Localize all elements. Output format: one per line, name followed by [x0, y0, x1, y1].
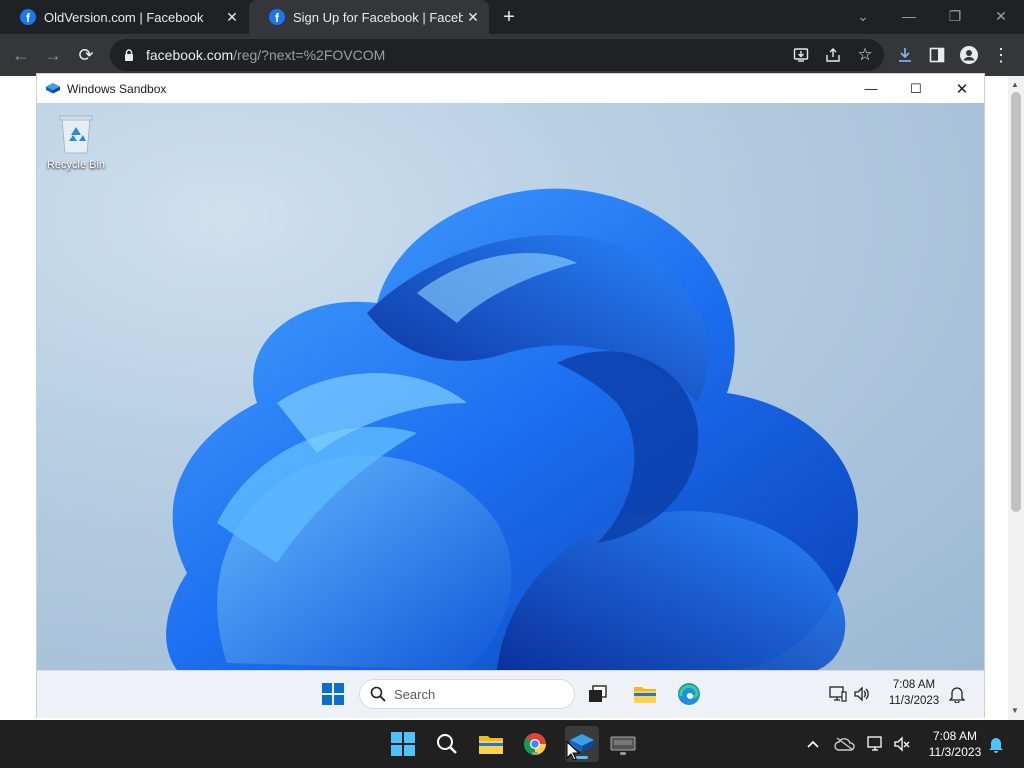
lock-icon[interactable]	[120, 48, 138, 62]
windows-start-icon[interactable]	[389, 730, 417, 758]
side-panel-icon[interactable]	[926, 44, 948, 66]
mouse-cursor-icon	[566, 740, 581, 766]
notification-bell-icon[interactable]	[982, 730, 1010, 758]
windows-start-icon[interactable]	[320, 681, 346, 707]
sandbox-titlebar[interactable]: Windows Sandbox — ☐ ✕	[37, 74, 984, 103]
chrome-icon[interactable]	[521, 730, 549, 758]
clock-date: 11/3/2023	[888, 695, 940, 707]
scroll-down-icon[interactable]: ▼	[1011, 706, 1019, 715]
host-taskbar: 7:08 AM 11/3/2023	[0, 720, 1024, 768]
clock-date: 11/3/2023	[928, 745, 982, 759]
reload-icon[interactable]: ⟳	[73, 42, 99, 68]
share-icon[interactable]	[824, 46, 842, 64]
scrollbar-thumb[interactable]	[1011, 92, 1021, 512]
close-window-icon[interactable]: ✕	[978, 2, 1024, 30]
recycle-bin-icon	[59, 115, 93, 154]
downloads-icon[interactable]	[894, 44, 916, 66]
onedrive-icon[interactable]	[831, 730, 859, 758]
tab-signup[interactable]: f Sign Up for Facebook | Facebook ✕	[249, 0, 489, 34]
search-icon	[370, 686, 386, 702]
facebook-icon: f	[20, 9, 36, 25]
recycle-bin-label: Recycle Bin	[46, 159, 106, 171]
menu-kebab-icon[interactable]: ⋮	[990, 44, 1012, 66]
sandbox-taskbar: Search 7:08 AM 11/3/2023	[37, 670, 984, 718]
restore-icon[interactable]: ❐	[932, 2, 978, 30]
tab-title: Sign Up for Facebook | Facebook	[293, 9, 463, 25]
sandbox-app-icon	[45, 82, 61, 96]
forward-icon[interactable]: →	[40, 42, 66, 68]
sandbox-title: Windows Sandbox	[67, 81, 167, 96]
scroll-up-icon[interactable]: ▲	[1011, 80, 1019, 89]
edge-browser-icon[interactable]	[676, 681, 702, 707]
facebook-icon: f	[269, 9, 285, 25]
volume-muted-icon[interactable]	[888, 730, 916, 758]
volume-icon[interactable]	[849, 681, 875, 707]
browser-toolbar: ← → ⟳ facebook.com /reg/?next=%2FOVCOM ☆…	[0, 34, 1024, 76]
tab-title: OldVersion.com | Facebook	[44, 9, 204, 25]
sandbox-clock[interactable]: 7:08 AM 11/3/2023	[882, 677, 946, 709]
running-indicator	[532, 752, 538, 755]
url-host: facebook.com	[146, 47, 234, 63]
close-tab-icon[interactable]: ✕	[222, 7, 242, 27]
vmconnect-icon[interactable]	[609, 730, 637, 758]
clock-time: 7:08 AM	[892, 679, 936, 691]
network-icon[interactable]	[825, 681, 851, 707]
show-hidden-icons-chevron-icon[interactable]	[799, 730, 827, 758]
minimize-icon[interactable]: —	[848, 74, 894, 103]
url-path: /reg/?next=%2FOVCOM	[233, 47, 386, 63]
search-icon[interactable]	[433, 730, 461, 758]
tab-strip: f OldVersion.com | Facebook ✕ f Sign Up …	[0, 0, 1024, 34]
clock-time: 7:08 AM	[932, 729, 978, 743]
tab-oldversion[interactable]: f OldVersion.com | Facebook ✕	[0, 0, 248, 34]
file-explorer-icon[interactable]	[632, 681, 658, 707]
maximize-icon[interactable]: ☐	[893, 74, 939, 103]
minimize-icon[interactable]: —	[886, 2, 932, 30]
recycle-bin-desktop-icon[interactable]: Recycle Bin	[43, 113, 109, 183]
close-tab-icon[interactable]: ✕	[463, 7, 483, 27]
running-indicator	[620, 752, 626, 755]
search-placeholder: Search	[394, 686, 436, 702]
taskbar-search-box[interactable]: Search	[359, 679, 575, 709]
bookmark-star-icon[interactable]: ☆	[856, 45, 874, 64]
sandbox-desktop: Recycle Bin	[37, 103, 984, 670]
back-icon[interactable]: ←	[8, 42, 34, 68]
network-icon[interactable]	[862, 730, 890, 758]
sandbox-window: Windows Sandbox — ☐ ✕ Recycle Bin Search…	[36, 73, 985, 718]
close-window-icon[interactable]: ✕	[939, 74, 985, 103]
file-explorer-icon[interactable]	[477, 730, 505, 758]
tab-search-chevron-icon[interactable]: ⌄	[840, 2, 886, 30]
host-clock[interactable]: 7:08 AM 11/3/2023	[918, 728, 992, 760]
bloom-wallpaper	[166, 188, 858, 670]
new-tab-button[interactable]: +	[498, 6, 520, 28]
notification-bell-icon[interactable]	[944, 681, 970, 707]
profile-icon[interactable]	[958, 44, 980, 66]
install-app-icon[interactable]	[792, 46, 810, 64]
task-view-icon[interactable]	[585, 681, 611, 707]
address-bar[interactable]: facebook.com /reg/?next=%2FOVCOM ☆	[110, 39, 884, 71]
